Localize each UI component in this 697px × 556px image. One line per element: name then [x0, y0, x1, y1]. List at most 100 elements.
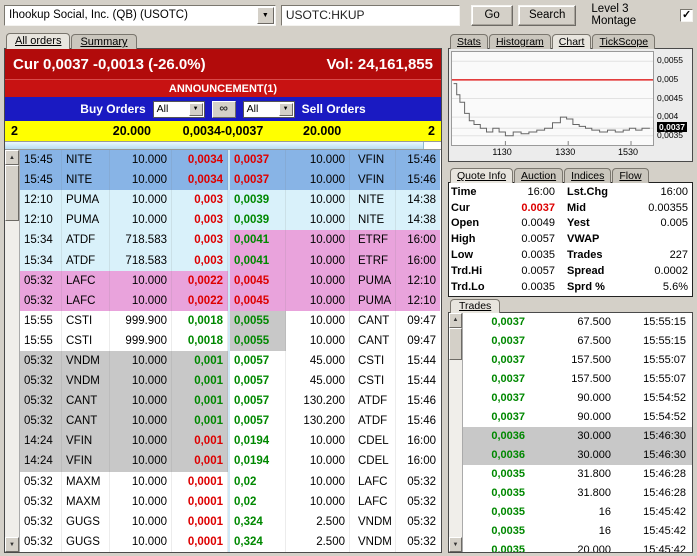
tab-chart[interactable]: Chart — [552, 34, 592, 49]
order-row[interactable]: 14:24VFIN10.0000,0010,019410.000CDEL16:0… — [20, 451, 441, 471]
tab-stats[interactable]: Stats — [450, 34, 488, 49]
trade-row[interactable]: 0,003520.00015:45:42 — [463, 541, 692, 552]
symbol-input[interactable] — [281, 5, 460, 26]
scroll-up-icon[interactable]: ▲ — [5, 150, 19, 165]
tab-tickscope[interactable]: TickScope — [592, 34, 655, 49]
trade-row[interactable]: 0,003531.80015:46:28 — [463, 484, 692, 503]
search-button[interactable]: Search — [518, 5, 576, 26]
orders-scrollbar[interactable]: ▲ ▼ — [5, 150, 20, 552]
order-row[interactable]: 05:32MAXM10.0000,00010,0210.000LAFC05:32 — [20, 472, 441, 492]
tab-auction[interactable]: Auction — [514, 168, 563, 183]
order-row[interactable]: 12:10PUMA10.0000,0030,003910.000NITE14:3… — [20, 210, 441, 230]
horizontal-scrollbar-thumb[interactable] — [5, 142, 424, 149]
symbol-select-value: Ihookup Social, Inc. (QB) (USOTC) — [5, 9, 256, 21]
buy-filter-select[interactable]: All ▼ — [153, 101, 205, 118]
order-row[interactable]: 15:45NITE10.0000,00340,003710.000VFIN15:… — [20, 150, 441, 170]
tab-quote-info[interactable]: Quote Info — [450, 168, 513, 183]
ask-mm-cell: VFIN — [350, 170, 396, 190]
trade-row[interactable]: 0,0037157.50015:55:07 — [463, 351, 692, 370]
trades-scrollbar[interactable]: ▲ ▼ — [449, 313, 463, 552]
trade-row[interactable]: 0,003531.80015:46:28 — [463, 465, 692, 484]
tab-indices[interactable]: Indices — [564, 168, 611, 183]
order-row[interactable]: 05:32VNDM10.0000,0010,005745.000CSTI15:4… — [20, 371, 441, 391]
ask-size-cell: 2.500 — [286, 532, 350, 552]
ask-size-cell: 45.000 — [286, 351, 350, 371]
chevron-down-icon[interactable]: ▼ — [257, 7, 274, 24]
bid-mm-cell: VNDM — [62, 371, 110, 391]
scroll-down-icon[interactable]: ▼ — [5, 537, 19, 552]
order-row[interactable]: 05:32MAXM10.0000,00010,0210.000LAFC05:32 — [20, 492, 441, 512]
order-row[interactable]: 05:32LAFC10.0000,00220,004510.000PUMA12:… — [20, 291, 441, 311]
bid-time-cell: 05:32 — [20, 351, 62, 371]
order-row[interactable]: 14:24VFIN10.0000,0010,019410.000CDEL16:0… — [20, 431, 441, 451]
ask-size-cell: 130.200 — [286, 411, 350, 431]
order-row[interactable]: 05:32VNDM10.0000,0010,005745.000CSTI15:4… — [20, 351, 441, 371]
trade-size: 30.000 — [525, 449, 611, 461]
order-row[interactable]: 05:32GUGS10.0000,00010,3242.500VNDM05:32 — [20, 512, 441, 532]
trade-row[interactable]: 0,003630.00015:46:30 — [463, 427, 692, 446]
go-button[interactable]: Go — [471, 5, 513, 26]
trade-row[interactable]: 0,0037157.50015:55:07 — [463, 370, 692, 389]
scroll-down-icon[interactable]: ▼ — [449, 537, 462, 552]
bid-size-cell: 10.000 — [110, 431, 172, 451]
trade-row[interactable]: 0,003767.50015:55:15 — [463, 332, 692, 351]
order-row[interactable]: 05:32GUGS10.0000,00010,3242.500VNDM05:32 — [20, 532, 441, 552]
ask-mm-cell: ETRF — [350, 230, 396, 250]
quote-header: Cur 0,0037 -0,0013 (-26.0%) Vol: 24,161,… — [5, 49, 441, 79]
info-panel: StatsHistogramChartTickScope 0,00550,005… — [448, 31, 693, 553]
trade-row[interactable]: 0,003767.50015:55:15 — [463, 313, 692, 332]
sell-orders-label: Sell Orders — [302, 102, 366, 116]
ask-price-cell: 0,0194 — [228, 451, 286, 471]
tab-trades[interactable]: Trades — [450, 299, 500, 313]
chevron-down-icon[interactable]: ▼ — [189, 103, 203, 116]
scroll-up-icon[interactable]: ▲ — [449, 313, 462, 328]
trade-time: 15:46:30 — [611, 430, 692, 442]
quote-info-row: Open0.0049Yest0.005 — [451, 216, 690, 232]
tab-flow[interactable]: Flow — [612, 168, 648, 183]
bid-price-cell: 0,0001 — [172, 472, 228, 492]
ask-size-cell: 10.000 — [286, 431, 350, 451]
orders-scrollbar-track[interactable] — [5, 165, 19, 537]
trade-row[interactable]: 0,00351615:45:42 — [463, 522, 692, 541]
link-filters-icon[interactable]: ∞ — [212, 101, 236, 118]
orders-table: ▲ ▼ 15:45NITE10.0000,00340,003710.000VFI… — [5, 150, 441, 552]
tab-all-orders[interactable]: All orders — [6, 33, 70, 49]
order-row[interactable]: 05:32LAFC10.0000,00220,004510.000PUMA12:… — [20, 271, 441, 291]
order-row[interactable]: 05:32CANT10.0000,0010,0057130.200ATDF15:… — [20, 411, 441, 431]
trade-price: 0,0037 — [463, 411, 525, 423]
order-row[interactable]: 15:45NITE10.0000,00340,003710.000VFIN15:… — [20, 170, 441, 190]
trade-price: 0,0035 — [463, 525, 525, 537]
order-row[interactable]: 15:55CSTI999.9000,00180,005510.000CANT09… — [20, 311, 441, 331]
trades-scrollbar-track[interactable] — [449, 328, 462, 537]
ask-size-cell: 45.000 — [286, 371, 350, 391]
order-row[interactable]: 15:34ATDF718.5830,0030,004110.000ETRF16:… — [20, 250, 441, 270]
quote-label: Low — [451, 249, 497, 261]
bid-price-cell: 0,0022 — [172, 291, 228, 311]
order-row[interactable]: 12:10PUMA10.0000,0030,003910.000NITE14:3… — [20, 190, 441, 210]
ask-time-cell: 14:38 — [396, 210, 440, 230]
quote-label: Sprd % — [555, 281, 613, 293]
bid-price-cell: 0,0001 — [172, 532, 228, 552]
tab-summary[interactable]: Summary — [71, 34, 136, 49]
orders-scrollbar-thumb[interactable] — [5, 165, 19, 221]
ask-mm-cell: VNDM — [350, 532, 396, 552]
bid-mm-cell: CANT — [62, 411, 110, 431]
horizontal-scrollbar[interactable] — [5, 141, 441, 150]
montage-checkbox[interactable]: ✓ — [680, 9, 693, 22]
symbol-select[interactable]: Ihookup Social, Inc. (QB) (USOTC) ▼ — [4, 5, 276, 26]
order-row[interactable]: 05:32CANT10.0000,0010,0057130.200ATDF15:… — [20, 391, 441, 411]
announcement-banner[interactable]: ANNOUNCEMENT(1) — [5, 79, 441, 97]
chevron-down-icon[interactable]: ▼ — [279, 103, 293, 116]
bid-ask-spread: 0,0034-0,0037 — [151, 124, 295, 138]
tab-histogram[interactable]: Histogram — [489, 34, 551, 49]
trade-row[interactable]: 0,00351615:45:42 — [463, 503, 692, 522]
trade-row[interactable]: 0,003790.00015:54:52 — [463, 408, 692, 427]
trade-row[interactable]: 0,003790.00015:54:52 — [463, 389, 692, 408]
quote-info-row: Time16:00Lst.Chg16:00 — [451, 184, 690, 200]
order-row[interactable]: 15:55CSTI999.9000,00180,005510.000CANT09… — [20, 331, 441, 351]
sell-filter-select[interactable]: All ▼ — [243, 101, 295, 118]
trade-row[interactable]: 0,003630.00015:46:30 — [463, 446, 692, 465]
ask-mm-cell: NITE — [350, 190, 396, 210]
order-row[interactable]: 15:34ATDF718.5830,0030,004110.000ETRF16:… — [20, 230, 441, 250]
trades-scrollbar-thumb[interactable] — [449, 328, 462, 360]
